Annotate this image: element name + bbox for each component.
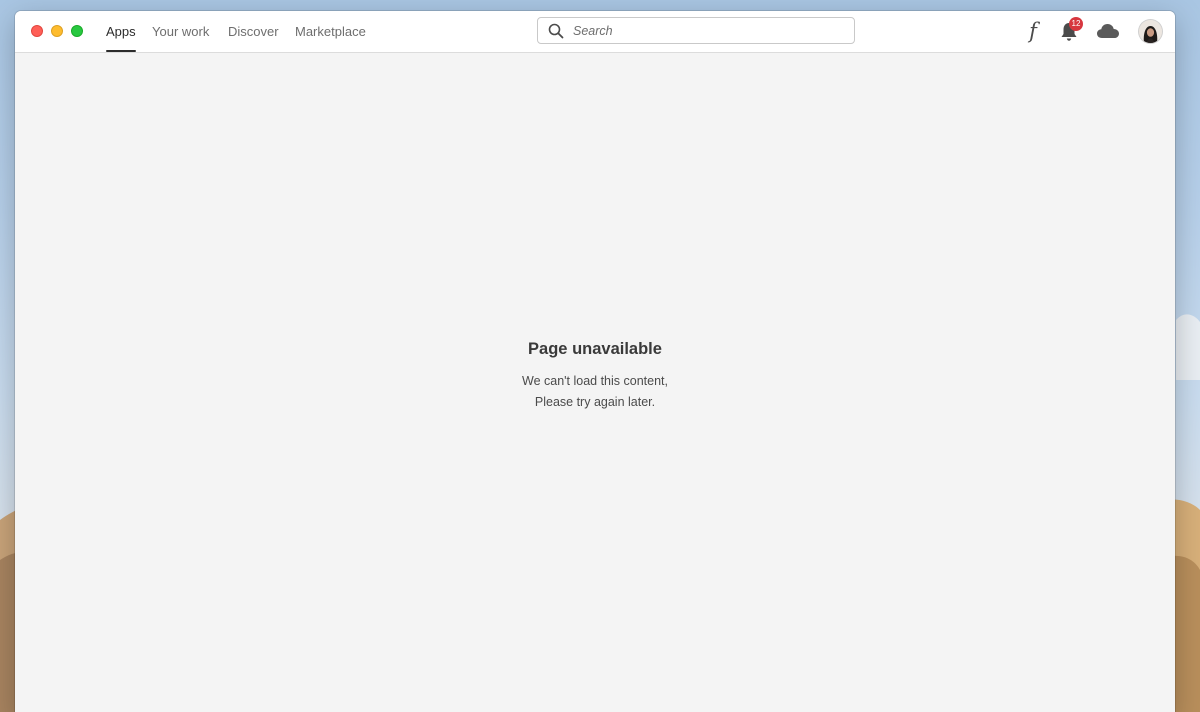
user-avatar[interactable]: [1139, 20, 1162, 43]
window-close-button[interactable]: [31, 25, 43, 37]
notification-count-badge: 12: [1069, 17, 1083, 31]
fonts-icon[interactable]: f: [1023, 19, 1043, 43]
window-maximize-button[interactable]: [71, 25, 83, 37]
search-input[interactable]: [573, 21, 843, 40]
tab-your-work[interactable]: Your work: [152, 11, 209, 52]
notifications-button[interactable]: 12: [1059, 17, 1083, 43]
cloud-icon: [1097, 24, 1119, 38]
search-icon: [548, 23, 564, 39]
error-title: Page unavailable: [528, 340, 662, 358]
search-box[interactable]: [537, 17, 855, 44]
error-description: We can't load this content, Please try a…: [15, 371, 1175, 413]
cloud-sync-button[interactable]: [1096, 22, 1120, 40]
error-message: Page unavailable We can't load this cont…: [15, 338, 1175, 413]
tab-apps[interactable]: Apps: [106, 11, 136, 52]
tab-discover[interactable]: Discover: [228, 11, 279, 52]
error-line-1: We can't load this content,: [522, 374, 668, 388]
title-bar: Apps Your work Discover Marketplace f 12: [15, 11, 1175, 53]
error-line-2: Please try again later.: [534, 395, 656, 409]
app-window: Apps Your work Discover Marketplace f 12: [15, 11, 1175, 712]
main-content: Page unavailable We can't load this cont…: [15, 53, 1175, 712]
tab-marketplace[interactable]: Marketplace: [295, 11, 366, 52]
window-minimize-button[interactable]: [51, 25, 63, 37]
